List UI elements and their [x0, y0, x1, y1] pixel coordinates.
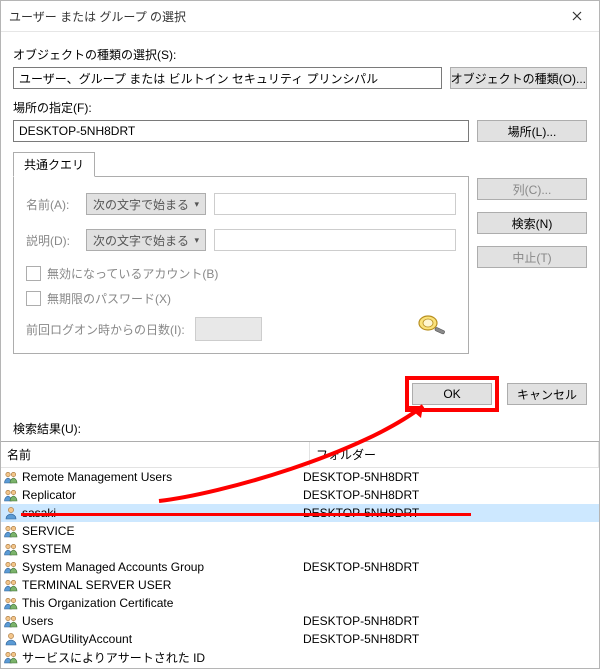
side-buttons: 列(C)... 検索(N) 中止(T) — [477, 152, 587, 354]
cell-name: Remote Management Users — [3, 469, 303, 485]
stop-button[interactable]: 中止(T) — [477, 246, 587, 268]
location-label: 場所の指定(F): — [13, 99, 587, 116]
search-button[interactable]: 検索(N) — [477, 212, 587, 234]
table-row[interactable]: This Organization Certificate — [1, 594, 599, 612]
locations-button[interactable]: 場所(L)... — [477, 120, 587, 142]
principal-name: Remote Management Users — [22, 470, 172, 484]
cell-folder: DESKTOP-5NH8DRT — [303, 506, 597, 520]
action-row: OK キャンセル — [1, 354, 599, 420]
last-logon-days-input[interactable] — [195, 317, 262, 341]
noexpire-password-label: 無期限のパスワード(X) — [47, 290, 171, 307]
cell-name: This Organization Certificate — [3, 595, 303, 611]
name-filter-input[interactable] — [214, 193, 456, 215]
cell-name: Replicator — [3, 487, 303, 503]
cell-name: SYSTEM — [3, 541, 303, 557]
name-filter-label: 名前(A): — [26, 196, 78, 213]
cell-name: サービスによりアサートされた ID — [3, 649, 303, 666]
object-type-label: オブジェクトの種類の選択(S): — [13, 46, 587, 63]
table-row[interactable]: TERMINAL SERVER USER — [1, 576, 599, 594]
object-type-input[interactable]: ユーザー、グループ または ビルトイン セキュリティ プリンシパル — [13, 67, 442, 89]
cell-folder: DESKTOP-5NH8DRT — [303, 614, 597, 628]
disabled-accounts-label: 無効になっているアカウント(B) — [47, 265, 218, 282]
last-logon-days-label: 前回ログオン時からの日数(I): — [26, 321, 185, 338]
grid-header: 名前 フォルダー — [1, 442, 599, 468]
principal-name: WDAGUtilityAccount — [22, 632, 132, 646]
principal-name: サービスによりアサートされた ID — [22, 649, 205, 666]
group-icon — [3, 487, 19, 503]
desc-filter-label: 説明(D): — [26, 232, 78, 249]
close-button[interactable] — [554, 1, 599, 31]
chevron-down-icon: ▾ — [194, 199, 199, 210]
desc-filter-input[interactable] — [214, 229, 456, 251]
cell-name: sasaki — [3, 505, 303, 521]
principal-name: Users — [22, 614, 53, 628]
desc-match-value: 次の文字で始まる — [93, 232, 189, 249]
ok-button[interactable]: OK — [412, 383, 492, 405]
principal-name: sasaki — [22, 506, 56, 520]
chevron-down-icon: ▾ — [194, 235, 199, 246]
noexpire-password-checkbox[interactable] — [26, 291, 41, 306]
principal-name: System Managed Accounts Group — [22, 560, 204, 574]
cell-folder: DESKTOP-5NH8DRT — [303, 632, 597, 646]
cancel-button[interactable]: キャンセル — [507, 383, 587, 405]
name-match-select[interactable]: 次の文字で始まる ▾ — [86, 193, 206, 215]
group-icon — [3, 577, 19, 593]
close-icon — [572, 11, 582, 21]
location-value: DESKTOP-5NH8DRT — [19, 124, 135, 138]
common-queries-group: 共通クエリ 名前(A): 次の文字で始まる ▾ 説明(D): — [13, 152, 469, 354]
table-row[interactable]: Users DESKTOP-5NH8DRT — [1, 612, 599, 630]
cell-folder: DESKTOP-5NH8DRT — [303, 560, 597, 574]
principal-name: SERVICE — [22, 524, 74, 538]
table-row[interactable]: Replicator DESKTOP-5NH8DRT — [1, 486, 599, 504]
table-row[interactable]: System Managed Accounts Group DESKTOP-5NH… — [1, 558, 599, 576]
upper-pane: オブジェクトの種類の選択(S): ユーザー、グループ または ビルトイン セキュ… — [1, 32, 599, 354]
table-row[interactable]: sasaki DESKTOP-5NH8DRT — [1, 504, 599, 522]
tab-common-queries[interactable]: 共通クエリ — [13, 152, 95, 177]
results-grid: 名前 フォルダー Remote Management Users DESKTOP-… — [1, 441, 599, 668]
table-row[interactable]: SYSTEM — [1, 540, 599, 558]
principal-name: Replicator — [22, 488, 76, 502]
grid-body[interactable]: Remote Management UsersDESKTOP-5NH8DRTRe… — [1, 468, 599, 668]
cell-name: Users — [3, 613, 303, 629]
titlebar: ユーザー または グループ の選択 — [1, 1, 599, 32]
principal-name: SYSTEM — [22, 542, 71, 556]
group-icon — [3, 523, 19, 539]
group-icon — [3, 469, 19, 485]
columns-button[interactable]: 列(C)... — [477, 178, 587, 200]
table-row[interactable]: Remote Management Users DESKTOP-5NH8DRT — [1, 468, 599, 486]
cell-name: TERMINAL SERVER USER — [3, 577, 303, 593]
column-header-name[interactable]: 名前 — [1, 442, 310, 467]
group-icon — [3, 649, 19, 665]
search-results-label: 検索結果(U): — [1, 420, 599, 441]
principal-name: This Organization Certificate — [22, 596, 173, 610]
principal-name: TERMINAL SERVER USER — [22, 578, 171, 592]
cell-folder: DESKTOP-5NH8DRT — [303, 488, 597, 502]
cell-name: System Managed Accounts Group — [3, 559, 303, 575]
search-icon — [414, 313, 448, 339]
user-icon — [3, 631, 19, 647]
cell-name: SERVICE — [3, 523, 303, 539]
table-row[interactable]: WDAGUtilityAccount DESKTOP-5NH8DRT — [1, 630, 599, 648]
ok-highlight-annotation: OK — [405, 376, 499, 412]
name-match-value: 次の文字で始まる — [93, 196, 189, 213]
cell-folder: DESKTOP-5NH8DRT — [303, 470, 597, 484]
object-types-button[interactable]: オブジェクトの種類(O)... — [450, 67, 587, 89]
object-type-value: ユーザー、グループ または ビルトイン セキュリティ プリンシパル — [19, 70, 378, 87]
desc-match-select[interactable]: 次の文字で始まる ▾ — [86, 229, 206, 251]
window-title: ユーザー または グループ の選択 — [1, 8, 186, 25]
location-input[interactable]: DESKTOP-5NH8DRT — [13, 120, 469, 142]
group-icon — [3, 595, 19, 611]
user-icon — [3, 505, 19, 521]
column-header-folder[interactable]: フォルダー — [310, 442, 599, 467]
group-icon — [3, 613, 19, 629]
table-row[interactable]: サービスによりアサートされた ID — [1, 648, 599, 666]
group-icon — [3, 559, 19, 575]
group-icon — [3, 541, 19, 557]
table-row[interactable]: SERVICE — [1, 522, 599, 540]
disabled-accounts-checkbox[interactable] — [26, 266, 41, 281]
cell-name: WDAGUtilityAccount — [3, 631, 303, 647]
dialog-window: ユーザー または グループ の選択 オブジェクトの種類の選択(S): ユーザー、… — [0, 0, 600, 669]
